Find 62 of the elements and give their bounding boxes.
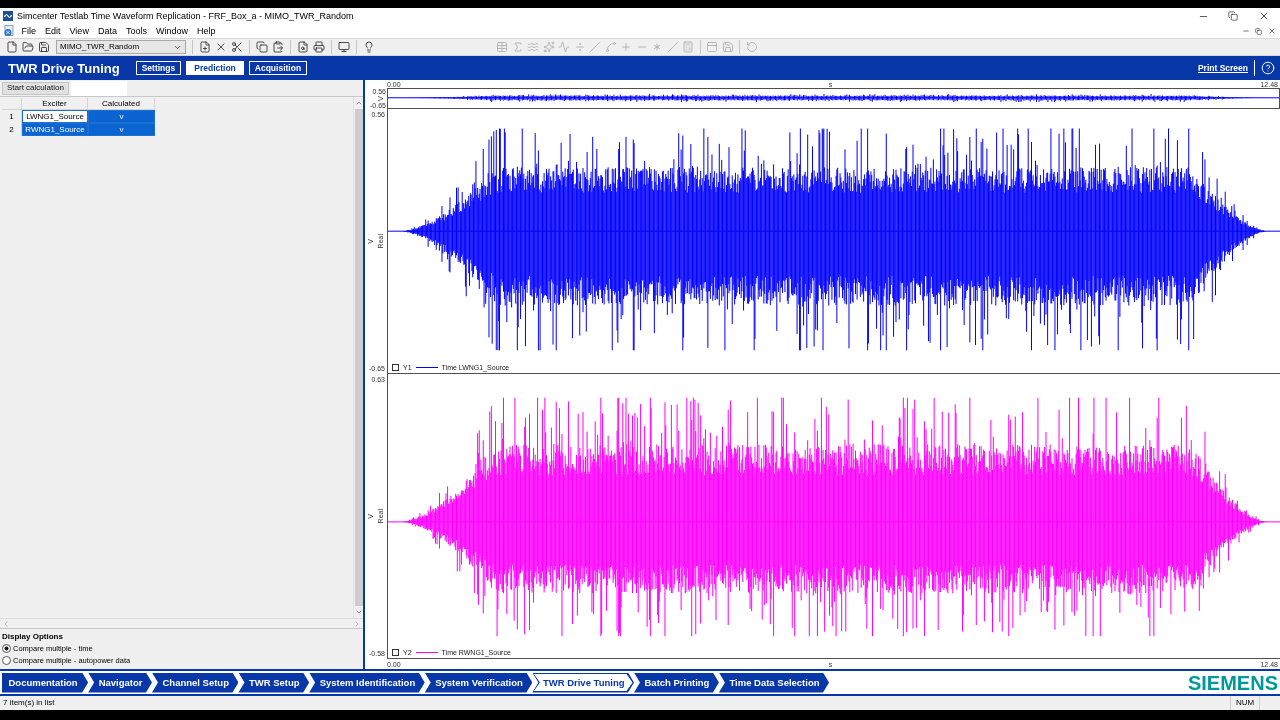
workflow-step[interactable]: System Identification bbox=[309, 672, 425, 693]
close-icon[interactable] bbox=[1258, 10, 1270, 22]
save-icon[interactable] bbox=[38, 41, 50, 53]
print-screen-link[interactable]: Print Screen bbox=[1197, 63, 1248, 73]
close-icon[interactable] bbox=[1267, 27, 1276, 35]
workflow-step[interactable]: Time Data Selection bbox=[718, 672, 830, 693]
open-folder-icon[interactable] bbox=[22, 41, 34, 53]
page-title: TWR Drive Tuning bbox=[8, 61, 120, 75]
table-cell: LWNG1_Source bbox=[22, 110, 88, 123]
checkbox-icon[interactable] bbox=[392, 364, 399, 371]
paste-icon[interactable] bbox=[272, 41, 284, 53]
menu-item[interactable]: Tools bbox=[121, 26, 152, 36]
help-icon[interactable] bbox=[1261, 61, 1275, 75]
menu-item[interactable]: Help bbox=[192, 26, 220, 36]
new-document-icon[interactable] bbox=[6, 41, 18, 53]
table-cell: v bbox=[88, 110, 155, 123]
column-header[interactable]: Calculated bbox=[88, 98, 155, 110]
menu-item[interactable]: File bbox=[17, 26, 41, 36]
y-axis-unit-label: V bbox=[377, 95, 385, 102]
restore-icon[interactable] bbox=[1228, 11, 1238, 21]
radio-icon[interactable] bbox=[2, 644, 11, 653]
workflow-step[interactable]: Channel Setup bbox=[151, 672, 239, 693]
scroll-up-icon[interactable] bbox=[354, 99, 363, 107]
workflow-step[interactable]: TWR Setup bbox=[238, 672, 310, 693]
workflow-step[interactable]: TWR Drive Tuning bbox=[532, 672, 634, 693]
window-title: Simcenter Testlab Time Waveform Replication - FRF_Box_a - MIMO_TWR_Random bbox=[17, 11, 354, 21]
tab[interactable]: Settings bbox=[135, 61, 182, 75]
start-calculation-button[interactable]: Start calculation bbox=[2, 81, 69, 95]
scissors-icon[interactable] bbox=[231, 41, 243, 53]
app-icon bbox=[3, 11, 13, 21]
menu-item[interactable]: Edit bbox=[40, 26, 66, 36]
menu-item[interactable]: Data bbox=[93, 26, 122, 36]
workflow-step[interactable]: Batch Printing bbox=[634, 672, 719, 693]
printer-icon[interactable] bbox=[313, 41, 325, 53]
section-title: Display Options bbox=[2, 633, 64, 641]
monitor-icon[interactable] bbox=[338, 41, 350, 53]
new-file-icon[interactable] bbox=[199, 41, 211, 53]
table-cell: RWNG1_Source bbox=[22, 123, 88, 136]
table-cell: v bbox=[88, 123, 155, 136]
cross-icon[interactable] bbox=[215, 41, 227, 53]
tab[interactable]: Prediction bbox=[186, 61, 244, 75]
restore-icon[interactable] bbox=[1255, 27, 1262, 35]
lightbulb-icon[interactable] bbox=[363, 41, 375, 53]
tab[interactable]: Acquisition bbox=[248, 61, 308, 75]
scroll-down-icon[interactable] bbox=[354, 608, 363, 616]
menu-item[interactable]: View bbox=[65, 26, 94, 36]
menu-item[interactable]: Window bbox=[151, 26, 193, 36]
project-dropdown[interactable]: MIMO_TWR_Random bbox=[56, 40, 186, 54]
document-icon[interactable] bbox=[3, 25, 15, 37]
workflow-step[interactable]: Navigator bbox=[88, 672, 152, 693]
workflow-step[interactable]: System Verification bbox=[424, 672, 533, 693]
copy-icon[interactable] bbox=[256, 41, 268, 53]
legend-line-icon bbox=[415, 367, 438, 368]
legend-line-icon bbox=[415, 652, 438, 653]
document-search-icon[interactable] bbox=[297, 41, 309, 53]
column-header[interactable]: Exciter bbox=[22, 98, 88, 110]
checkbox-icon[interactable] bbox=[392, 649, 399, 656]
status-message: 7 item(s) in list bbox=[2, 699, 55, 707]
workflow-step[interactable]: Documentation bbox=[2, 672, 89, 693]
radio-icon[interactable] bbox=[2, 656, 11, 665]
overview-plot[interactable] bbox=[387, 88, 1280, 109]
brand-logo: SIEMENS bbox=[1187, 672, 1278, 693]
